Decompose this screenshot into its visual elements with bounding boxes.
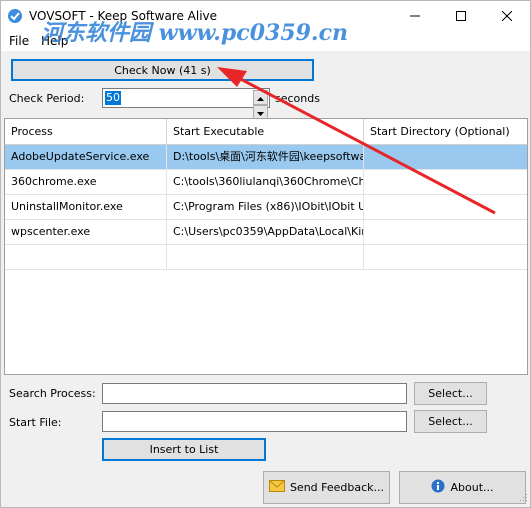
check-period-unit: seconds <box>275 92 320 105</box>
arrow-up-icon <box>257 91 264 104</box>
minimize-icon <box>410 11 420 21</box>
check-period-label: Check Period: <box>9 92 85 105</box>
cell-process: wpscenter.exe <box>5 220 167 244</box>
table-header: Process Start Executable Start Directory… <box>5 119 527 145</box>
cell-empty <box>5 245 167 269</box>
search-process-label: Search Process: <box>9 387 96 400</box>
column-header-process[interactable]: Process <box>5 119 167 144</box>
search-process-input[interactable] <box>102 383 407 404</box>
column-header-start-directory[interactable]: Start Directory (Optional) <box>364 119 527 144</box>
start-file-label: Start File: <box>9 416 62 429</box>
about-label: About... <box>450 481 494 494</box>
window-title: VOVSOFT - Keep Software Alive <box>29 9 218 23</box>
start-file-input[interactable] <box>102 411 407 432</box>
maximize-button[interactable] <box>438 1 484 31</box>
start-file-select-button[interactable]: Select... <box>414 410 487 433</box>
minimize-button[interactable] <box>392 1 438 31</box>
cell-directory <box>364 145 527 169</box>
menu-bar: File Help <box>1 31 530 51</box>
title-bar: VOVSOFT - Keep Software Alive <box>1 1 530 31</box>
cell-empty <box>167 245 364 269</box>
column-header-start-executable[interactable]: Start Executable <box>167 119 364 144</box>
check-now-button[interactable]: Check Now (41 s) <box>11 59 314 81</box>
about-button[interactable]: About... <box>399 471 526 504</box>
check-period-value: 50 <box>105 91 121 105</box>
maximize-icon <box>456 11 466 21</box>
cell-executable: C:\Program Files (x86)\IObit\IObit Unins <box>167 195 364 219</box>
cell-executable: C:\tools\360liulanqi\360Chrome\Chrome <box>167 170 364 194</box>
table-row-empty[interactable] <box>5 245 527 270</box>
cell-process: AdobeUpdateService.exe <box>5 145 167 169</box>
cell-directory <box>364 170 527 194</box>
check-period-spinner[interactable] <box>253 90 268 120</box>
spin-up-button[interactable] <box>253 90 268 105</box>
cell-process: UninstallMonitor.exe <box>5 195 167 219</box>
table-row[interactable]: UninstallMonitor.exe C:\Program Files (x… <box>5 195 527 220</box>
cell-empty <box>364 245 527 269</box>
insert-to-list-button[interactable]: Insert to List <box>102 438 266 461</box>
cell-directory <box>364 195 527 219</box>
cell-executable: D:\tools\桌面\河东软件园\keepsoftwa <box>167 145 364 169</box>
app-window: VOVSOFT - Keep Software Alive File Help … <box>0 0 531 508</box>
menu-file[interactable]: File <box>9 34 29 48</box>
cell-directory <box>364 220 527 244</box>
resize-grip-icon[interactable] <box>518 492 528 505</box>
table-row[interactable]: 360chrome.exe C:\tools\360liulanqi\360Ch… <box>5 170 527 195</box>
cell-process: 360chrome.exe <box>5 170 167 194</box>
table-row[interactable]: wpscenter.exe C:\Users\pc0359\AppData\Lo… <box>5 220 527 245</box>
cell-executable: C:\Users\pc0359\AppData\Local\Kingso <box>167 220 364 244</box>
table-row[interactable]: AdobeUpdateService.exe D:\tools\桌面\河东软件园… <box>5 145 527 170</box>
close-button[interactable] <box>484 1 530 31</box>
app-icon <box>7 8 23 24</box>
process-table[interactable]: Process Start Executable Start Directory… <box>4 118 528 375</box>
send-feedback-button[interactable]: Send Feedback... <box>263 471 390 504</box>
search-process-select-button[interactable]: Select... <box>414 382 487 405</box>
mail-icon <box>268 480 285 495</box>
menu-help[interactable]: Help <box>41 34 68 48</box>
info-icon <box>431 479 445 496</box>
check-period-input[interactable]: 50 <box>102 88 270 120</box>
send-feedback-label: Send Feedback... <box>289 481 385 494</box>
close-icon <box>502 11 512 21</box>
